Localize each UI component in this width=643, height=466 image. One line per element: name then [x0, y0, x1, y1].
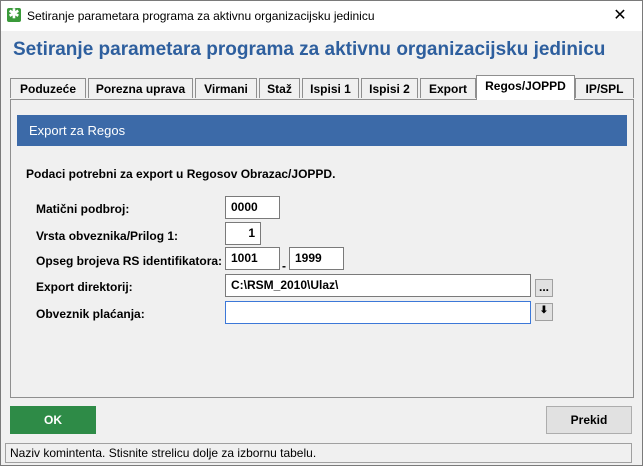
- export-direktorij-label: Export direktorij:: [36, 280, 133, 294]
- opseg-from-field[interactable]: 1001: [225, 247, 280, 270]
- tab-ip-spl[interactable]: IP/SPL: [575, 78, 634, 98]
- range-separator: -: [282, 259, 286, 273]
- obveznik-placanja-label: Obveznik plaćanja:: [36, 307, 145, 321]
- panel-header: Export za Regos: [17, 115, 627, 146]
- ok-button[interactable]: OK: [10, 406, 96, 434]
- close-button[interactable]: ✕: [598, 1, 642, 31]
- title-bar: ✱ Setiranje parametara programa za aktiv…: [1, 1, 642, 31]
- window-title: Setiranje parametara programa za aktivnu…: [27, 9, 375, 23]
- maticni-podbroj-field[interactable]: 0000: [225, 196, 280, 219]
- tab-export[interactable]: Export: [420, 78, 476, 98]
- opseg-brojeva-label: Opseg brojeva RS identifikatora:: [36, 254, 223, 268]
- vrsta-obveznika-label: Vrsta obveznika/Prilog 1:: [36, 229, 179, 243]
- panel-description: Podaci potrebni za export u Regosov Obra…: [26, 167, 336, 181]
- app-icon: ✱: [7, 6, 21, 22]
- vrsta-obveznika-field[interactable]: 1: [225, 222, 261, 245]
- export-direktorij-field[interactable]: C:\RSM_2010\Ulaz\: [225, 274, 531, 297]
- obveznik-placanja-field[interactable]: [225, 301, 531, 324]
- tab-ispisi-2[interactable]: Ispisi 2: [361, 78, 418, 98]
- tab-porezna-uprava[interactable]: Porezna uprava: [88, 78, 193, 98]
- browse-button[interactable]: ...: [535, 279, 553, 297]
- main-window: ✱ Setiranje parametara programa za aktiv…: [0, 0, 643, 466]
- dropdown-arrow-icon[interactable]: ⬇: [535, 303, 553, 321]
- tab-ispisi-1[interactable]: Ispisi 1: [302, 78, 359, 98]
- page-title: Setiranje parametara programa za aktivnu…: [13, 39, 606, 60]
- maticni-podbroj-label: Matični podbroj:: [36, 202, 130, 216]
- tab-staz[interactable]: Staž: [259, 78, 300, 98]
- tab-bar: Poduzeće Porezna uprava Virmani Staž Isp…: [10, 75, 634, 100]
- status-bar: Naziv komintenta. Stisnite strelicu dolj…: [5, 443, 632, 463]
- tab-regos-joppd[interactable]: Regos/JOPPD: [476, 75, 575, 100]
- tab-virmani[interactable]: Virmani: [195, 78, 257, 98]
- prekid-button[interactable]: Prekid: [546, 406, 632, 434]
- tab-poduzece[interactable]: Poduzeće: [10, 78, 86, 98]
- opseg-to-field[interactable]: 1999: [289, 247, 344, 270]
